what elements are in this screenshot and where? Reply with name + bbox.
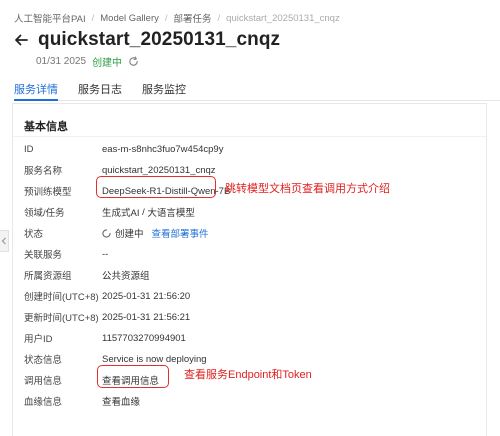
info-row-updated-time: 更新时间(UTC+8) 2025-01-31 21:56:21 <box>24 310 191 325</box>
row-label: 领域/任务 <box>24 208 65 219</box>
status-info-value: Service is now deploying <box>102 353 207 365</box>
info-row-resource-group: 所属资源组 公共资源组 <box>24 268 150 282</box>
page: 人工智能平台PAI / Model Gallery / 部署任务 / quick… <box>0 0 500 436</box>
service-id-value: eas-m-s8nhc3fuo7w454cp9y <box>102 143 224 155</box>
row-label: 更新时间(UTC+8) <box>24 313 99 324</box>
sidebar-toggle-handle[interactable] <box>0 230 9 252</box>
breadcrumb-item-model-gallery[interactable]: Model Gallery <box>100 13 159 24</box>
breadcrumb-separator: / <box>164 12 168 24</box>
info-row-created-time: 创建时间(UTC+8) 2025-01-31 21:56:20 <box>24 289 191 304</box>
refresh-icon[interactable] <box>128 56 139 67</box>
status-value: 创建中 查看部署事件 <box>102 226 209 240</box>
info-row-id: ID eas-m-s8nhc3fuo7w454cp9y <box>24 142 223 156</box>
updated-time-value: 2025-01-31 21:56:21 <box>102 311 191 323</box>
created-date: 01/31 2025 <box>36 56 87 67</box>
card-divider <box>13 136 486 137</box>
breadcrumb-item-deploy-tasks[interactable]: 部署任务 <box>174 11 212 25</box>
info-row-status-info: 状态信息 Service is now deploying <box>24 352 207 367</box>
row-label: 用户ID <box>24 334 53 345</box>
service-name-value: quickstart_20250131_cnqz <box>102 164 216 176</box>
card-title: 基本信息 <box>24 121 68 133</box>
row-label: 所属资源组 <box>24 271 72 282</box>
row-label: 状态 <box>24 229 44 240</box>
chevron-left-icon <box>1 237 6 245</box>
row-label: 服务名称 <box>24 166 63 177</box>
resource-group-value: 公共资源组 <box>102 271 150 282</box>
breadcrumb-item-current: quickstart_20250131_cnqz <box>226 12 340 24</box>
breadcrumb-separator: / <box>217 12 221 24</box>
row-label: ID <box>24 143 34 155</box>
tab-service-details[interactable]: 服务详情 <box>14 75 58 101</box>
row-label: 关联服务 <box>24 250 63 261</box>
tab-service-logs[interactable]: 服务日志 <box>78 75 122 101</box>
row-label: 创建时间(UTC+8) <box>24 292 99 303</box>
tab-bar: 服务详情 服务日志 服务监控 <box>14 75 500 101</box>
status-text: 创建中 <box>115 229 144 240</box>
user-id-value: 1157703270994901 <box>102 332 186 344</box>
loading-spinner-icon <box>102 228 111 238</box>
title-row: quickstart_20250131_cnqz <box>12 29 280 51</box>
breadcrumb: 人工智能平台PAI / Model Gallery / 部署任务 / quick… <box>14 11 340 26</box>
info-row-user-id: 用户ID 1157703270994901 <box>24 331 186 346</box>
domain-value: 生成式AI <box>102 208 140 219</box>
info-row-domain-task: 领域/任务 生成式AI / 大语言模型 <box>24 205 195 220</box>
tab-service-monitoring[interactable]: 服务监控 <box>142 75 186 101</box>
info-row-related-service: 关联服务 -- <box>24 247 109 262</box>
annotation-text-model: 跳转模型文档页查看调用方式介绍 <box>225 183 390 195</box>
view-deploy-events-link[interactable]: 查看部署事件 <box>152 226 209 240</box>
view-lineage-link[interactable]: 查看血缘 <box>102 394 140 408</box>
breadcrumb-item-pai[interactable]: 人工智能平台PAI <box>14 11 86 25</box>
annotation-box-call-info <box>97 365 169 388</box>
info-row-service-name: 服务名称 quickstart_20250131_cnqz <box>24 163 216 178</box>
row-label: 血缘信息 <box>24 397 63 408</box>
basic-info-card: 基本信息 ID eas-m-s8nhc3fuo7w454cp9y 服务名称 qu… <box>12 103 487 436</box>
meta-row: 01/31 2025 创建中 <box>36 54 139 69</box>
status-badge: 创建中 <box>92 58 123 69</box>
info-row-lineage: 血缘信息 查看血缘 <box>24 394 140 408</box>
info-row-status: 状态 创建中 查看部署事件 <box>24 226 209 240</box>
breadcrumb-separator: / <box>91 12 95 24</box>
task-value: 大语言模型 <box>147 208 195 219</box>
annotation-text-call-info: 查看服务Endpoint和Token <box>184 369 312 381</box>
row-label: 调用信息 <box>24 376 63 387</box>
annotation-box-model <box>96 176 216 198</box>
domain-task-value: 生成式AI / 大语言模型 <box>102 205 195 220</box>
page-title: quickstart_20250131_cnqz <box>38 29 281 50</box>
row-label: 状态信息 <box>24 355 63 366</box>
domain-separator: / <box>139 206 148 218</box>
created-time-value: 2025-01-31 21:56:20 <box>102 290 191 302</box>
back-arrow-icon[interactable] <box>12 31 30 49</box>
row-label: 预训练模型 <box>24 187 72 198</box>
related-service-value: -- <box>102 248 109 260</box>
